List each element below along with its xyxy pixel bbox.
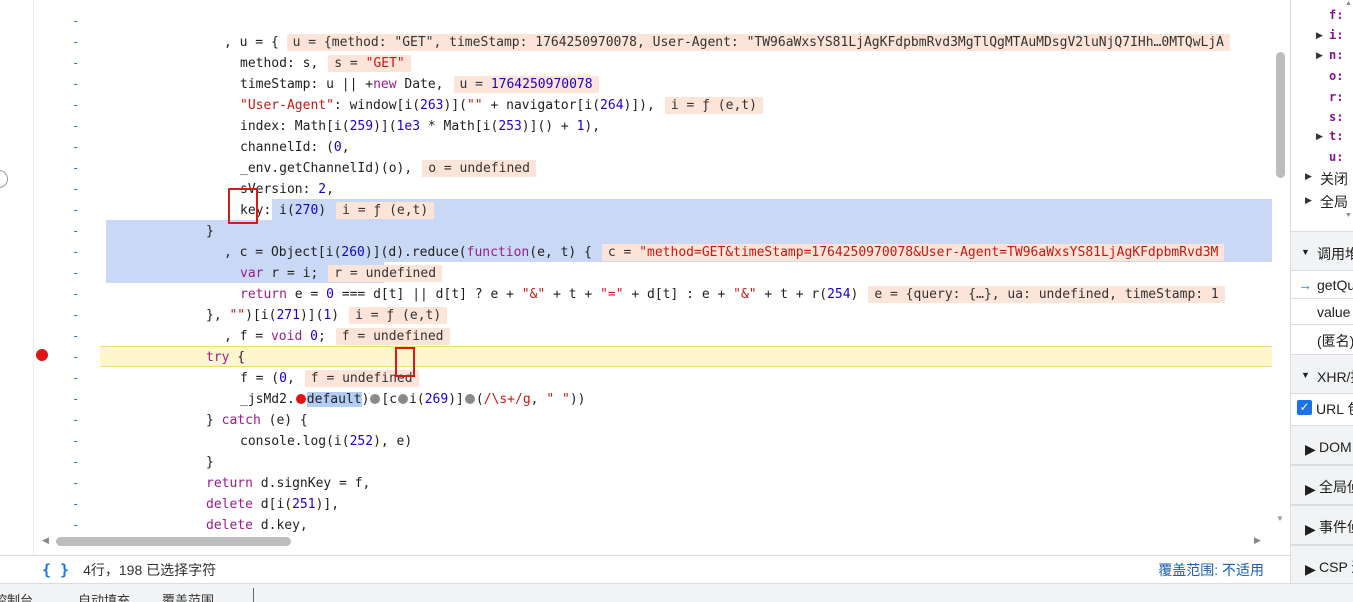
- collapse-triangle-icon[interactable]: ▼: [1301, 370, 1310, 380]
- tab-autofill[interactable]: 自动填充: [78, 590, 130, 602]
- code-line: - return d.signKey = f,: [72, 455, 371, 491]
- code-line: - _env.getChannelId)(o), o = undefined: [34, 116, 1272, 177]
- scope-variable[interactable]: f:: [1329, 8, 1343, 22]
- section-event-listener-breakpoints[interactable]: ▶ 事件侦听器断点: [1291, 505, 1353, 545]
- code-line: - } catch (e) {: [72, 392, 308, 428]
- scroll-up-icon[interactable]: ▲: [1345, 0, 1352, 7]
- annotation-box: [395, 347, 415, 377]
- coverage-link[interactable]: 覆盖范围: 不适用: [1158, 560, 1264, 580]
- code-line: - }, "")[i(271)](1) i = ƒ (e,t): [34, 263, 1272, 324]
- editor-status-bar: { } 4行，198 已选择字符 覆盖范围: 不适用: [0, 555, 1290, 583]
- code-line: - "User-Agent": window[i(263)]("" + navi…: [34, 53, 1272, 114]
- call-frame[interactable]: value: [1317, 304, 1350, 320]
- code-line: - }: [72, 434, 214, 470]
- expand-triangle-icon[interactable]: ▶: [1305, 561, 1316, 578]
- section-global-listeners[interactable]: ▶ 全局侦听器: [1291, 465, 1353, 505]
- code-line: - }: [72, 203, 214, 239]
- code-line: - return e = 0 === d[t] || d[t] ? e + "&…: [34, 242, 1272, 303]
- scope-variable[interactable]: t:: [1329, 129, 1343, 143]
- panel-resize-handle[interactable]: [0, 170, 8, 188]
- code-line: - index: Math[i(259)](1e3 * Math[i(253)]…: [72, 98, 601, 134]
- code-line: - finalQuery: extends({}, t, d),: [34, 515, 1272, 535]
- scroll-down-icon[interactable]: ▼: [1276, 514, 1284, 523]
- code-line-paused: - _jsMd2. default) [c i(269)] (/\s+/g, " ")): [72, 371, 586, 407]
- scope-variable[interactable]: u:: [1329, 150, 1343, 164]
- source-editor[interactable]: - , u = { u = {method: "GET", timeStamp:…: [0, 0, 1290, 555]
- xhr-breakpoints-label: XHR/提取断点: [1317, 369, 1353, 385]
- expand-triangle-icon[interactable]: ▶: [1305, 481, 1316, 498]
- code-line: - method: s, s = "GET": [34, 11, 1272, 72]
- collapse-triangle-icon[interactable]: ▼: [1301, 247, 1310, 257]
- editor-left-strip: [0, 0, 34, 555]
- expand-triangle-icon[interactable]: ▶: [1305, 441, 1316, 458]
- scope-closure[interactable]: 关闭: [1320, 169, 1348, 189]
- scope-variable[interactable]: i:: [1329, 28, 1343, 42]
- scope-global[interactable]: 全局: [1320, 192, 1348, 212]
- scrollbar-thumb[interactable]: [56, 537, 291, 546]
- scope-variable[interactable]: r:: [1329, 90, 1343, 104]
- divider: [1291, 298, 1353, 299]
- dom-breakpoints-label: DOM 断点: [1319, 439, 1353, 455]
- url-contains-label: URL 包含: [1316, 401, 1353, 417]
- tab-coverage[interactable]: 覆盖范围: [162, 590, 214, 602]
- csp-label: CSP 违规断点: [1319, 559, 1353, 575]
- scroll-down-icon[interactable]: ▼: [1345, 212, 1352, 219]
- scroll-left-icon[interactable]: ◀: [42, 535, 49, 546]
- code-line: - , c = Object[i(260)](d).reduce(functio…: [34, 200, 1272, 261]
- tab-console[interactable]: 控制台: [0, 590, 33, 602]
- expand-triangle-icon[interactable]: ▶: [1316, 30, 1323, 41]
- scope-variable[interactable]: n:: [1329, 48, 1343, 62]
- scroll-right-icon[interactable]: ▶: [1254, 535, 1261, 546]
- divider: [1291, 324, 1353, 325]
- scrollbar-thumb[interactable]: [1276, 52, 1285, 178]
- code-line: - , u = { u = {method: "GET", timeStamp:…: [34, 0, 1272, 51]
- call-frame[interactable]: (匿名): [1317, 331, 1353, 351]
- section-csp-breakpoints[interactable]: ▶ CSP 违规断点: [1291, 545, 1353, 583]
- global-listeners-label: 全局侦听器: [1319, 479, 1353, 495]
- code-line: - , f = void 0; f = undefined: [34, 284, 1272, 345]
- code-line: - delete d.key,: [72, 497, 308, 533]
- expand-triangle-icon[interactable]: ▶: [1316, 50, 1323, 61]
- expand-triangle-icon[interactable]: ▶: [1305, 195, 1312, 206]
- editor-horizontal-scrollbar[interactable]: ◀ ▶: [34, 535, 1272, 549]
- expand-triangle-icon[interactable]: ▶: [1316, 131, 1323, 142]
- drawer-tabs: 控制台 自动填充 覆盖范围: [0, 583, 1353, 602]
- scope-scrollbar[interactable]: ▲ ▼: [1345, 0, 1353, 228]
- debugger-sidebar: f: ▶ i: ▶ n: o: r: s: ▶ t: u: ▶ 关闭 ▶ 全局 …: [1290, 0, 1353, 583]
- scope-variable[interactable]: o:: [1329, 69, 1343, 83]
- scope-pane: f: ▶ i: ▶ n: o: r: s: ▶ t: u: ▶ 关闭 ▶ 全局 …: [1291, 0, 1353, 228]
- editor-vertical-scrollbar[interactable]: ▼: [1272, 0, 1290, 535]
- code-line: - timeStamp: u || +new Date, u = 17642509…: [34, 32, 1272, 93]
- code-line: - var r = i; r = undefined: [34, 221, 1272, 282]
- section-call-stack[interactable]: ▼ 调用堆栈: [1291, 231, 1353, 271]
- scope-variable[interactable]: s:: [1329, 110, 1343, 124]
- code-line: - console.log(i(252), e): [72, 413, 413, 449]
- section-dom-breakpoints[interactable]: ▶ DOM 断点: [1291, 425, 1353, 465]
- expand-triangle-icon[interactable]: ▶: [1305, 521, 1316, 538]
- code-line: - key: i(270) i = ƒ (e,t): [34, 158, 1272, 219]
- tab-divider: [253, 588, 254, 602]
- code-line: - delete d[i(251)],: [72, 476, 340, 512]
- current-frame-arrow-icon: →: [1298, 277, 1312, 293]
- pretty-print-icon[interactable]: { }: [42, 561, 69, 579]
- selection-info: 4行，198 已选择字符: [83, 561, 217, 578]
- code-line: - f = (0, f = undefined: [34, 326, 1272, 387]
- call-stack-label: 调用堆栈: [1317, 246, 1353, 262]
- call-frame-current[interactable]: getQuery: [1317, 277, 1353, 293]
- annotation-box: [228, 188, 258, 224]
- section-xhr-breakpoints[interactable]: ▼ XHR/提取断点: [1291, 354, 1353, 394]
- url-breakpoint-checkbox[interactable]: ✓: [1297, 400, 1312, 415]
- event-listeners-label: 事件侦听器断点: [1319, 519, 1353, 535]
- code-line: - channelId: (0,: [72, 119, 350, 155]
- code-line: - sVersion: 2,: [72, 161, 334, 197]
- expand-triangle-icon[interactable]: ▶: [1305, 171, 1312, 182]
- code-line: - {: [72, 518, 80, 532]
- code-line: - try {: [72, 329, 246, 365]
